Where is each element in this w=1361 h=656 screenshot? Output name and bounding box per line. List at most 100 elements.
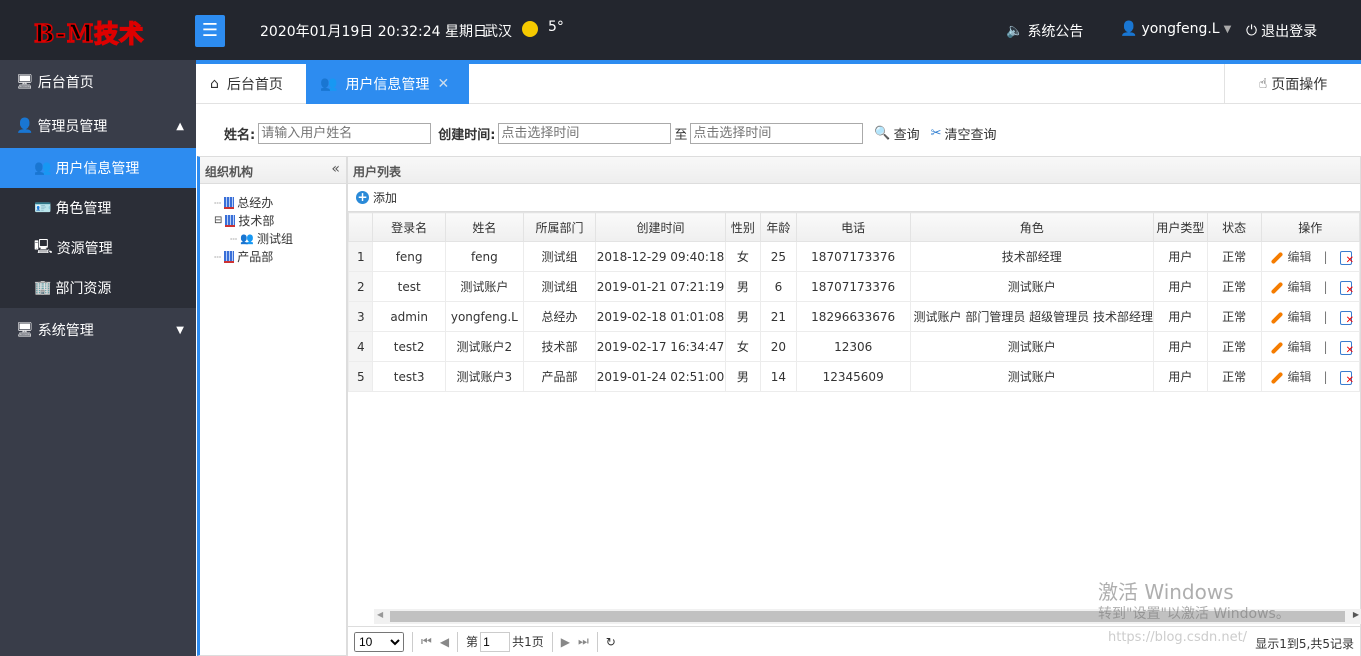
delete-icon[interactable] <box>1339 250 1354 266</box>
table-cell: 技术部 <box>522 331 597 362</box>
logout-button[interactable]: ⏻ 退出登录 <box>1246 21 1317 41</box>
label: 后台首页 <box>37 75 94 91</box>
table-row[interactable]: 2 test 测试账户 测试组 2019-01-21 07:21:19 男 6 1870717… <box>347 271 1361 302</box>
edit-button[interactable]: 编辑 <box>1270 310 1312 324</box>
temperature: 5° <box>548 19 564 35</box>
total-pages: 共1页 <box>512 635 544 649</box>
sidebar-item-admin[interactable]: 👤 管理员管理 ▲ <box>0 104 196 148</box>
table-cell: 12345609 <box>795 361 911 392</box>
table-cell: 测试账户 <box>444 271 524 302</box>
announcement-button[interactable]: 🔈 系统公告 <box>1006 21 1083 41</box>
tab-user-info[interactable]: 👥 用户信息管理 ✕ <box>306 64 469 104</box>
sidebar-item-resources[interactable]: 🖳 资源管理 <box>0 228 196 268</box>
edit-label: 编辑 <box>1287 250 1312 264</box>
table-cell: 测试账户 部门管理员 超级管理员 技术部经理 <box>909 301 1155 332</box>
delete-icon[interactable] <box>1339 370 1354 386</box>
table-cell: 正常 <box>1206 241 1262 272</box>
page-operations-button[interactable]: ☝ 页面操作 <box>1224 64 1361 104</box>
query-button[interactable]: 🔍 查询 <box>874 124 919 143</box>
tree-node[interactable]: ┄ 👥 测试组 <box>214 230 346 248</box>
sidebar-item-departments[interactable]: 🏢 部门资源 <box>0 268 196 308</box>
table-cell: 用户 <box>1153 271 1208 302</box>
tab-home[interactable]: ⌂ 后台首页 <box>196 64 306 104</box>
edit-label: 编辑 <box>1287 370 1312 384</box>
user-menu[interactable]: 👤 yongfeng.L ▼ <box>1120 21 1231 37</box>
table-cell: 6 <box>760 271 797 302</box>
label: 系统管理 <box>37 323 94 339</box>
table-cell: 用户 <box>1153 361 1208 392</box>
windows-watermark-sub: 转到"设置"以激活 Windows。 <box>1098 606 1290 622</box>
prev-page-icon[interactable]: ◀ <box>440 635 449 649</box>
edit-button[interactable]: 编辑 <box>1270 250 1312 264</box>
divider <box>457 631 459 652</box>
user-list-header: 用户列表 <box>348 157 1360 184</box>
query-label: 查询 <box>893 128 920 143</box>
sidebar-item-user-info[interactable]: 👥 用户信息管理 <box>0 148 196 188</box>
table-cell: 20 <box>760 331 797 362</box>
building-icon <box>224 197 235 209</box>
table-cell: 测试组 <box>522 271 597 302</box>
announcement-label: 系统公告 <box>1027 24 1084 40</box>
refresh-icon[interactable]: ↻ <box>606 635 616 649</box>
table-row[interactable]: 5 test3 测试账户3 产品部 2019-01-24 02:51:00 男 14 1234… <box>347 361 1361 392</box>
pencil-icon <box>1270 251 1283 264</box>
table-row[interactable]: 4 test2 测试账户2 技术部 2019-02-17 16:34:47 女 20 1230… <box>347 331 1361 362</box>
table-cell: 测试账户3 <box>444 361 524 392</box>
sidebar-item-roles[interactable]: 🪪 角色管理 <box>0 188 196 228</box>
list-title: 用户列表 <box>353 165 402 179</box>
start-time-input[interactable] <box>498 123 672 144</box>
group-icon: 👥 <box>240 232 254 245</box>
scroll-right-icon[interactable]: ▶ <box>1353 610 1359 619</box>
table-cell: admin <box>372 301 446 332</box>
divider: | <box>1323 370 1328 384</box>
page-size-select[interactable]: 10 <box>354 631 404 652</box>
sidebar-item-system[interactable]: 🖥 系统管理 ▼ <box>0 308 196 352</box>
menu-toggle-button[interactable]: ☰ <box>195 15 225 47</box>
next-page-icon[interactable]: ▶ <box>561 635 570 649</box>
table-cell: 用户 <box>1153 301 1208 332</box>
user-name: yongfeng.L <box>1141 21 1220 37</box>
tab-bar: ⌂ 后台首页 👥 用户信息管理 ✕ ☝ 页面操作 <box>196 64 1361 104</box>
table-cell: 女 <box>724 241 762 272</box>
column-header: 性别 <box>724 212 762 242</box>
table-cell: 14 <box>760 361 797 392</box>
delete-icon[interactable] <box>1339 310 1354 326</box>
tree-node[interactable]: ⊟ 技术部 <box>214 212 346 230</box>
edit-button[interactable]: 编辑 <box>1270 370 1312 384</box>
to-label: 至 <box>674 128 688 143</box>
table-cell: 2019-02-18 01:01:08 <box>595 301 726 332</box>
delete-icon[interactable] <box>1339 340 1354 356</box>
table-cell: 2 <box>347 271 374 302</box>
name-input[interactable] <box>258 123 432 144</box>
table-cell: feng <box>372 241 446 272</box>
actions-cell: 编辑 | <box>1260 301 1361 332</box>
add-button[interactable]: + 添加 <box>356 189 397 206</box>
end-time-input[interactable] <box>690 123 864 144</box>
tree-node[interactable]: ┄ 总经办 <box>214 194 346 212</box>
table-cell: 12306 <box>795 331 911 362</box>
delete-icon[interactable] <box>1339 280 1354 296</box>
speaker-icon: 🔈 <box>1006 23 1024 39</box>
edit-button[interactable]: 编辑 <box>1270 280 1312 294</box>
collapse-icon[interactable]: « <box>331 161 340 177</box>
last-page-icon[interactable]: ⏭ <box>578 634 589 649</box>
clear-query-button[interactable]: ✂ 清空查询 <box>931 124 997 143</box>
edit-button[interactable]: 编辑 <box>1270 340 1312 354</box>
table-row[interactable]: 3 admin yongfeng.L 总经办 2019-02-18 01:01:08 男 2… <box>347 301 1361 332</box>
sidebar-item-home[interactable]: 🖥 后台首页 <box>0 60 196 104</box>
divider: | <box>1323 340 1328 354</box>
table-cell: feng <box>444 241 524 272</box>
table-cell: 2019-01-21 07:21:19 <box>595 271 726 302</box>
page-number-input[interactable] <box>480 631 511 652</box>
pencil-icon <box>1270 311 1283 324</box>
table-cell: 女 <box>724 331 762 362</box>
collapse-toggle-icon[interactable]: ⊟ <box>214 212 222 230</box>
table-cell: 测试账户 <box>909 331 1155 362</box>
first-page-icon[interactable]: ⏮ <box>421 634 432 649</box>
tree-node[interactable]: ┄ 产品部 <box>214 248 346 266</box>
table-row[interactable]: 1 feng feng 测试组 2018-12-29 09:40:18 女 25 187071… <box>347 241 1361 272</box>
actions-cell: 编辑 | <box>1260 241 1361 272</box>
scroll-left-icon[interactable]: ◀ <box>377 610 383 619</box>
close-icon[interactable]: ✕ <box>437 76 449 92</box>
label: 部门资源 <box>55 281 112 297</box>
